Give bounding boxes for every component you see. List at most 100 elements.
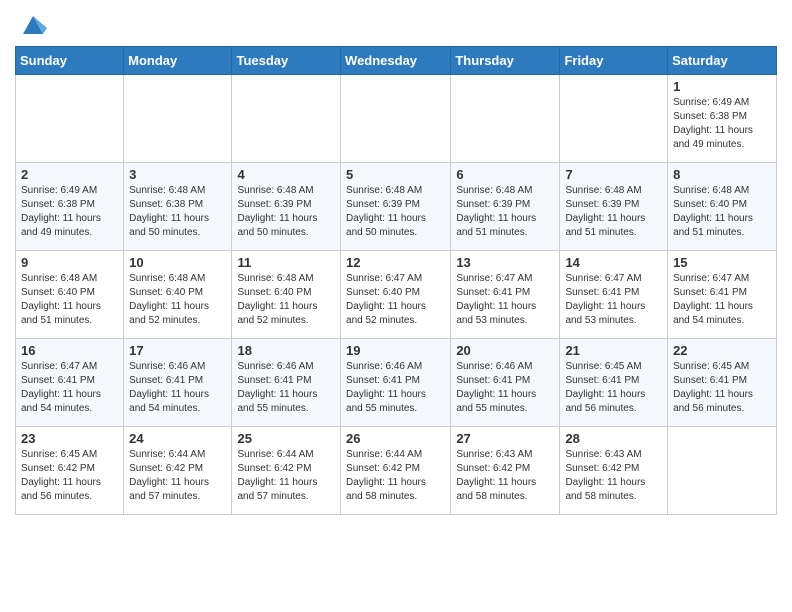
day-number: 13 xyxy=(456,255,554,270)
logo-icon xyxy=(19,10,47,38)
day-info: Sunrise: 6:43 AM Sunset: 6:42 PM Dayligh… xyxy=(565,448,662,504)
calendar-cell: 10Sunrise: 6:48 AM Sunset: 6:40 PM Dayli… xyxy=(124,251,232,339)
day-number: 1 xyxy=(673,79,771,94)
calendar-cell xyxy=(341,75,451,163)
day-info: Sunrise: 6:44 AM Sunset: 6:42 PM Dayligh… xyxy=(237,448,335,504)
week-row-4: 23 Sunrise: 6:45 AM Sunset: 6:42 PM Dayli… xyxy=(16,427,777,515)
calendar-cell: 18 Sunrise: 6:46 AM Sunset: 6:41 PM Dayli… xyxy=(232,339,341,427)
day-number: 27 xyxy=(456,431,554,446)
day-header-sunday: Sunday xyxy=(16,47,124,75)
day-info: Sunrise: 6:48 AM Sunset: 6:39 PM Dayligh… xyxy=(565,184,662,240)
day-info: Sunrise: 6:44 AM Sunset: 6:42 PM Dayligh… xyxy=(129,448,226,504)
day-number: 11 xyxy=(237,255,335,270)
day-number: 28 xyxy=(565,431,662,446)
week-row-0: 1 Sunrise: 6:49 AM Sunset: 6:38 PM Daylig… xyxy=(16,75,777,163)
day-info: Sunrise: 6:46 AM Sunset: 6:41 PM Dayligh… xyxy=(346,360,445,416)
day-header-wednesday: Wednesday xyxy=(341,47,451,75)
calendar-header: SundayMondayTuesdayWednesdayThursdayFrid… xyxy=(16,47,777,75)
day-number: 7 xyxy=(565,167,662,182)
calendar-cell: 19 Sunrise: 6:46 AM Sunset: 6:41 PM Dayli… xyxy=(341,339,451,427)
day-info: Sunrise: 6:48 AM Sunset: 6:39 PM Dayligh… xyxy=(346,184,445,240)
day-info: Sunrise: 6:45 AM Sunset: 6:41 PM Dayligh… xyxy=(673,360,771,416)
logo xyxy=(15,10,47,38)
day-info: Sunrise: 6:43 AM Sunset: 6:42 PM Dayligh… xyxy=(456,448,554,504)
day-number: 19 xyxy=(346,343,445,358)
calendar-cell: 7 Sunrise: 6:48 AM Sunset: 6:39 PM Daylig… xyxy=(560,163,668,251)
calendar-cell: 22Sunrise: 6:45 AM Sunset: 6:41 PM Dayli… xyxy=(668,339,777,427)
day-info: Sunrise: 6:47 AM Sunset: 6:41 PM Dayligh… xyxy=(565,272,662,328)
day-number: 2 xyxy=(21,167,118,182)
calendar-cell: 6 Sunrise: 6:48 AM Sunset: 6:39 PM Daylig… xyxy=(451,163,560,251)
day-header-saturday: Saturday xyxy=(668,47,777,75)
calendar-cell: 27 Sunrise: 6:43 AM Sunset: 6:42 PM Dayli… xyxy=(451,427,560,515)
calendar-cell: 8 Sunrise: 6:48 AM Sunset: 6:40 PM Daylig… xyxy=(668,163,777,251)
calendar-cell xyxy=(560,75,668,163)
day-info: Sunrise: 6:48 AM Sunset: 6:38 PM Dayligh… xyxy=(129,184,226,240)
day-number: 20 xyxy=(456,343,554,358)
day-header-friday: Friday xyxy=(560,47,668,75)
calendar-cell: 23 Sunrise: 6:45 AM Sunset: 6:42 PM Dayli… xyxy=(16,427,124,515)
day-info: Sunrise: 6:45 AM Sunset: 6:42 PM Dayligh… xyxy=(21,448,118,504)
day-number: 3 xyxy=(129,167,226,182)
calendar-cell xyxy=(232,75,341,163)
header xyxy=(15,10,777,38)
day-info: Sunrise: 6:45 AM Sunset: 6:41 PM Dayligh… xyxy=(565,360,662,416)
calendar-cell: 26 Sunrise: 6:44 AM Sunset: 6:42 PM Dayli… xyxy=(341,427,451,515)
calendar-cell: 20 Sunrise: 6:46 AM Sunset: 6:41 PM Dayli… xyxy=(451,339,560,427)
day-info: Sunrise: 6:48 AM Sunset: 6:39 PM Dayligh… xyxy=(456,184,554,240)
day-info: Sunrise: 6:47 AM Sunset: 6:40 PM Dayligh… xyxy=(346,272,445,328)
calendar-cell: 15Sunrise: 6:47 AM Sunset: 6:41 PM Dayli… xyxy=(668,251,777,339)
calendar-cell: 2 Sunrise: 6:49 AM Sunset: 6:38 PM Daylig… xyxy=(16,163,124,251)
calendar-cell xyxy=(124,75,232,163)
calendar-cell: 1 Sunrise: 6:49 AM Sunset: 6:38 PM Daylig… xyxy=(668,75,777,163)
day-info: Sunrise: 6:48 AM Sunset: 6:40 PM Dayligh… xyxy=(673,184,771,240)
day-info: Sunrise: 6:49 AM Sunset: 6:38 PM Dayligh… xyxy=(673,96,771,152)
calendar-cell: 11 Sunrise: 6:48 AM Sunset: 6:40 PM Dayli… xyxy=(232,251,341,339)
day-number: 8 xyxy=(673,167,771,182)
day-number: 23 xyxy=(21,431,118,446)
day-info: Sunrise: 6:46 AM Sunset: 6:41 PM Dayligh… xyxy=(237,360,335,416)
day-number: 21 xyxy=(565,343,662,358)
day-header-thursday: Thursday xyxy=(451,47,560,75)
calendar-body: 1 Sunrise: 6:49 AM Sunset: 6:38 PM Daylig… xyxy=(16,75,777,515)
day-number: 12 xyxy=(346,255,445,270)
calendar-cell: 13 Sunrise: 6:47 AM Sunset: 6:41 PM Dayli… xyxy=(451,251,560,339)
day-header-tuesday: Tuesday xyxy=(232,47,341,75)
calendar-cell xyxy=(451,75,560,163)
calendar-cell: 21 Sunrise: 6:45 AM Sunset: 6:41 PM Dayli… xyxy=(560,339,668,427)
day-number: 6 xyxy=(456,167,554,182)
day-info: Sunrise: 6:48 AM Sunset: 6:39 PM Dayligh… xyxy=(237,184,335,240)
calendar-cell: 12 Sunrise: 6:47 AM Sunset: 6:40 PM Dayli… xyxy=(341,251,451,339)
day-info: Sunrise: 6:44 AM Sunset: 6:42 PM Dayligh… xyxy=(346,448,445,504)
day-info: Sunrise: 6:47 AM Sunset: 6:41 PM Dayligh… xyxy=(456,272,554,328)
day-info: Sunrise: 6:49 AM Sunset: 6:38 PM Dayligh… xyxy=(21,184,118,240)
day-number: 4 xyxy=(237,167,335,182)
day-number: 9 xyxy=(21,255,118,270)
calendar-cell: 17Sunrise: 6:46 AM Sunset: 6:41 PM Dayli… xyxy=(124,339,232,427)
day-number: 18 xyxy=(237,343,335,358)
calendar-cell: 9 Sunrise: 6:48 AM Sunset: 6:40 PM Daylig… xyxy=(16,251,124,339)
calendar-cell: 5Sunrise: 6:48 AM Sunset: 6:39 PM Daylig… xyxy=(341,163,451,251)
page: SundayMondayTuesdayWednesdayThursdayFrid… xyxy=(0,0,792,525)
day-info: Sunrise: 6:48 AM Sunset: 6:40 PM Dayligh… xyxy=(21,272,118,328)
days-header-row: SundayMondayTuesdayWednesdayThursdayFrid… xyxy=(16,47,777,75)
day-number: 16 xyxy=(21,343,118,358)
calendar-cell: 16 Sunrise: 6:47 AM Sunset: 6:41 PM Dayli… xyxy=(16,339,124,427)
day-info: Sunrise: 6:48 AM Sunset: 6:40 PM Dayligh… xyxy=(129,272,226,328)
calendar-cell xyxy=(668,427,777,515)
calendar: SundayMondayTuesdayWednesdayThursdayFrid… xyxy=(15,46,777,515)
day-info: Sunrise: 6:47 AM Sunset: 6:41 PM Dayligh… xyxy=(21,360,118,416)
calendar-cell: 4 Sunrise: 6:48 AM Sunset: 6:39 PM Daylig… xyxy=(232,163,341,251)
calendar-cell: 28 Sunrise: 6:43 AM Sunset: 6:42 PM Dayli… xyxy=(560,427,668,515)
week-row-2: 9 Sunrise: 6:48 AM Sunset: 6:40 PM Daylig… xyxy=(16,251,777,339)
calendar-cell: 14 Sunrise: 6:47 AM Sunset: 6:41 PM Dayli… xyxy=(560,251,668,339)
calendar-cell: 24 Sunrise: 6:44 AM Sunset: 6:42 PM Dayli… xyxy=(124,427,232,515)
day-info: Sunrise: 6:48 AM Sunset: 6:40 PM Dayligh… xyxy=(237,272,335,328)
week-row-1: 2 Sunrise: 6:49 AM Sunset: 6:38 PM Daylig… xyxy=(16,163,777,251)
day-number: 14 xyxy=(565,255,662,270)
day-number: 26 xyxy=(346,431,445,446)
day-info: Sunrise: 6:46 AM Sunset: 6:41 PM Dayligh… xyxy=(456,360,554,416)
day-number: 15 xyxy=(673,255,771,270)
week-row-3: 16 Sunrise: 6:47 AM Sunset: 6:41 PM Dayli… xyxy=(16,339,777,427)
day-number: 24 xyxy=(129,431,226,446)
